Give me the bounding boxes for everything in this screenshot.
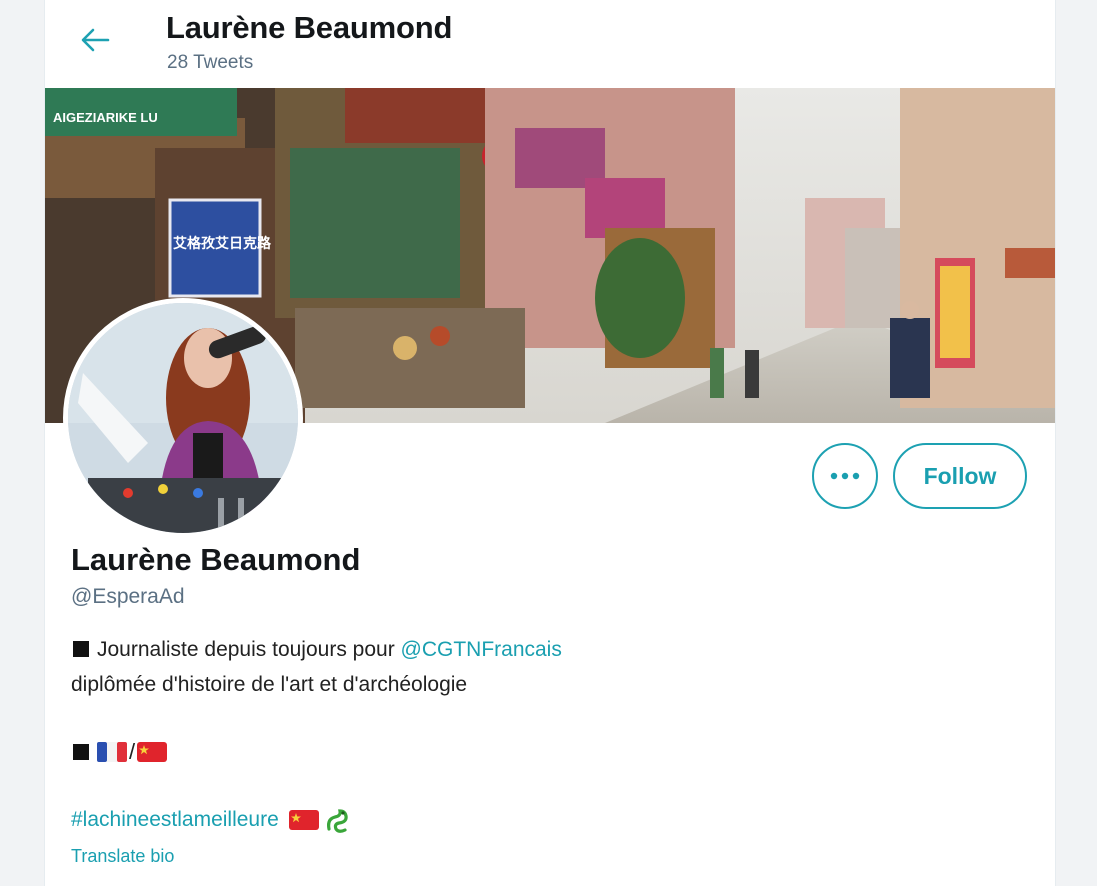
bio-text: Journaliste depuis toujours pour [97,638,401,661]
hashtag-link[interactable]: #lachineestlameilleure [71,808,279,832]
more-dots-icon [830,472,860,480]
header-title: Laurène Beaumond [166,10,453,45]
profile-handle: @EsperaAd [71,585,185,608]
avatar[interactable] [63,298,303,538]
arrow-left-icon [81,28,110,52]
bio-line-1: Journaliste depuis toujours pour @CGTNFr… [73,638,562,662]
flag-china-icon [137,742,168,762]
black-square-icon [73,744,89,760]
flag-france-icon [97,742,127,762]
dragon-emoji-icon [326,809,348,833]
street-sign-text: AIGEZIARIKE LU [53,110,158,125]
mention-link[interactable]: @CGTNFrancais [401,638,562,661]
bio-hashtag-line: #lachineestlameilleure [71,805,353,835]
tweet-count: 28 Tweets [167,52,254,73]
bio-flags: / [73,739,168,765]
flags-separator: / [129,739,136,764]
flag-china-icon [288,810,319,830]
translate-bio-link[interactable]: Translate bio [71,846,174,867]
back-button[interactable] [75,20,115,60]
avatar-photo [68,303,298,533]
bio-line-2: diplômée d'histoire de l'art et d'archéo… [71,673,468,696]
profile-display-name: Laurène Beaumond [71,542,361,577]
blue-sign-text: 艾格孜艾日克路 [173,235,272,252]
follow-button[interactable]: Follow [893,443,1027,509]
black-square-icon [73,641,89,657]
more-button[interactable] [812,443,878,509]
profile-column: Laurène Beaumond 28 Tweets AIGEZIARIKE L… [44,0,1056,886]
